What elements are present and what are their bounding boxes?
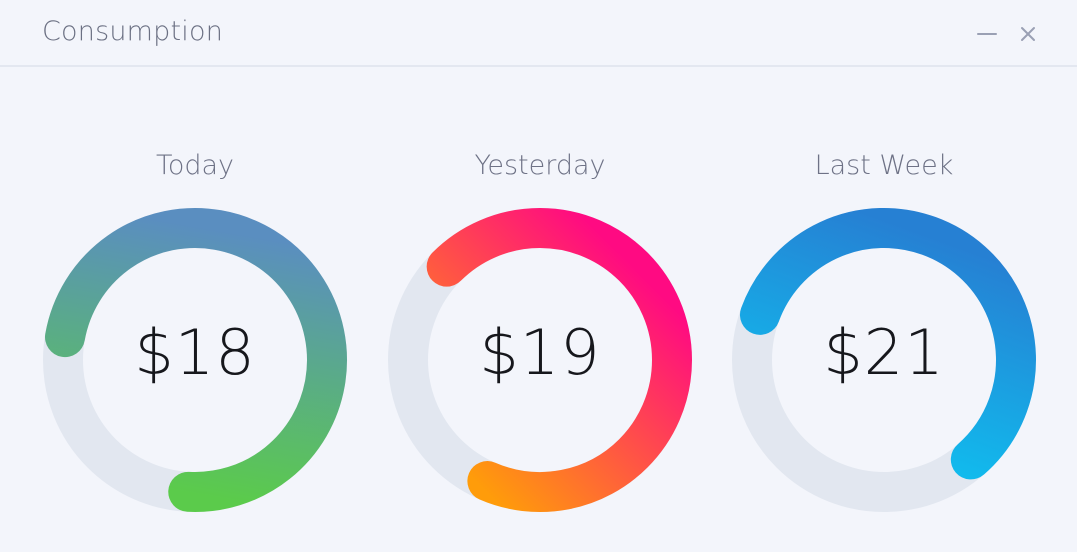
consumption-window: Consumption Today $18 Yesterday $19 Last… (0, 0, 1077, 552)
meter-label: Last Week (814, 150, 954, 181)
close-button[interactable] (1014, 18, 1042, 46)
meter-label: Yesterday (474, 150, 606, 181)
window-title: Consumption (42, 16, 224, 47)
meter-value: $18 (134, 316, 256, 389)
title-bar: Consumption (0, 0, 1077, 67)
meter-value: $21 (823, 316, 945, 389)
meter-last-week: Last Week $21 (729, 150, 1039, 520)
meter-yesterday: Yesterday $19 (385, 150, 695, 520)
minimize-button[interactable] (974, 18, 1002, 46)
minimize-icon (977, 33, 997, 35)
meter-value: $19 (479, 316, 601, 389)
meter-label: Today (155, 150, 235, 181)
meter-today: Today $18 (40, 150, 350, 520)
close-icon (1021, 27, 1035, 41)
